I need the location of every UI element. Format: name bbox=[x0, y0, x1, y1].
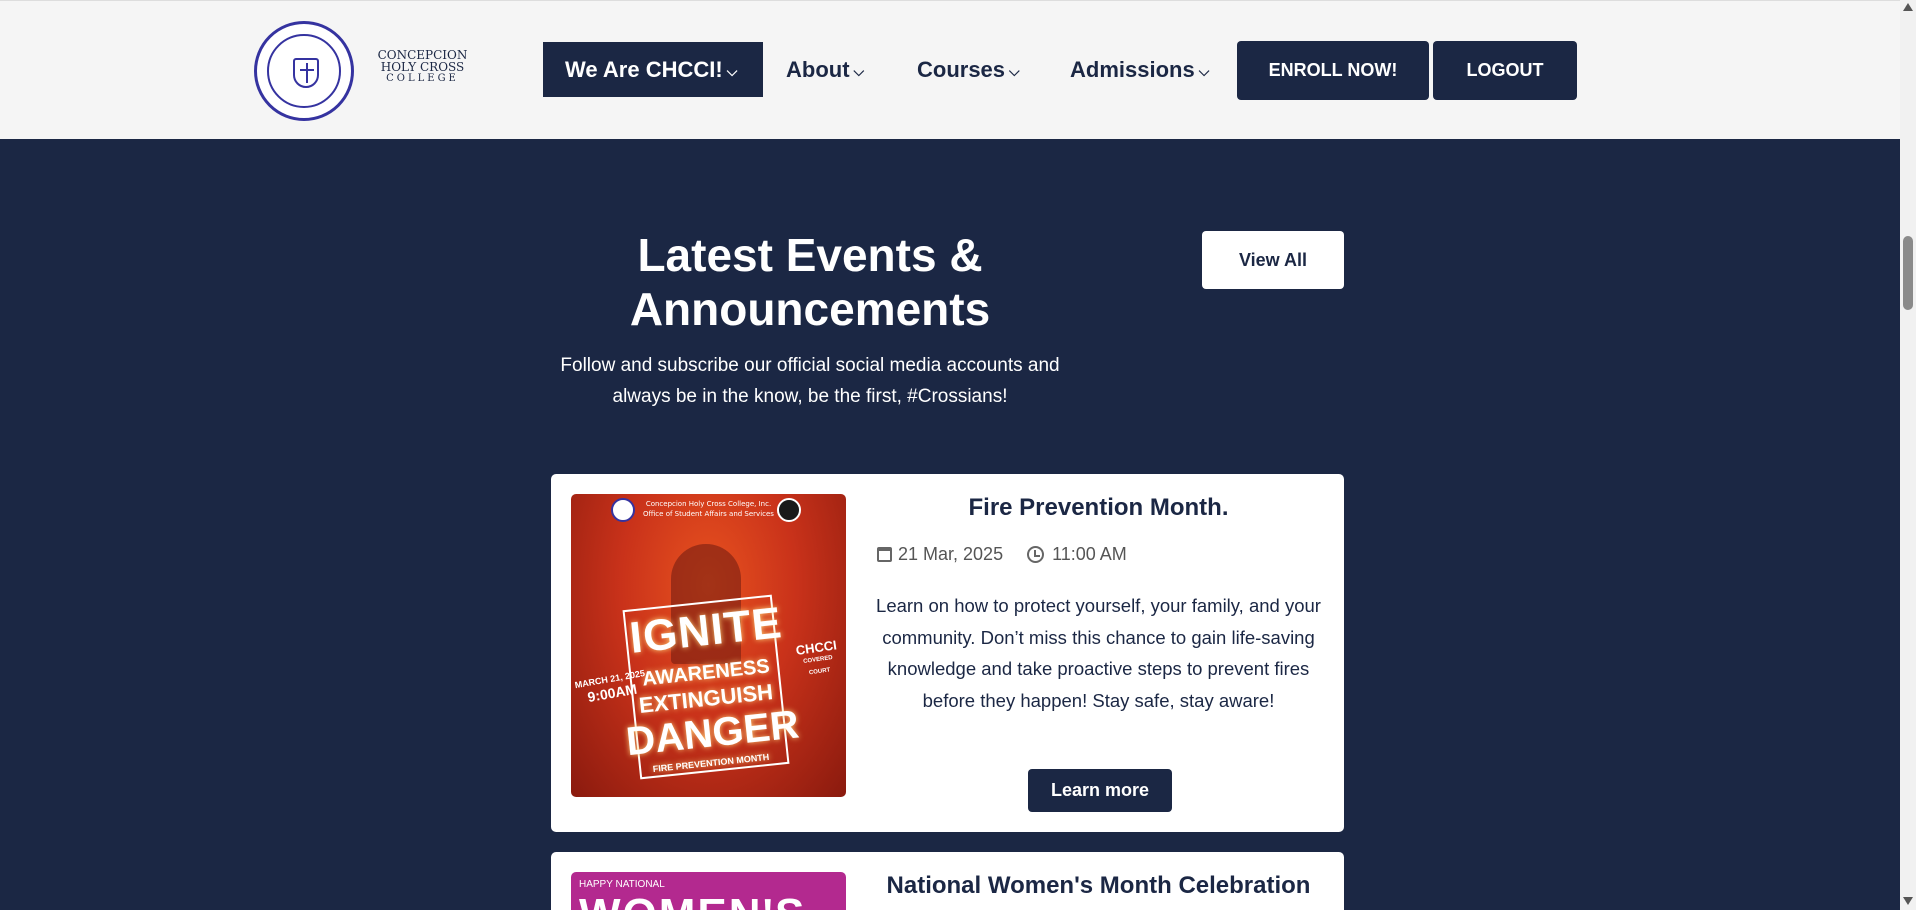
event-date: 21 Mar, 2025 bbox=[898, 543, 1004, 564]
nav-courses-label: Courses bbox=[917, 56, 1006, 82]
seal-inner-ring bbox=[267, 34, 341, 108]
event-poster-image[interactable]: HAPPY NATIONAL WOMEN'S bbox=[571, 872, 846, 910]
chevron-down-icon: ⌵ bbox=[1009, 63, 1020, 79]
poster-happy-text: HAPPY NATIONAL bbox=[579, 879, 665, 890]
scrollbar-thumb[interactable] bbox=[1903, 236, 1913, 310]
section-title: Latest Events & Announcements bbox=[629, 229, 991, 335]
brand-line-3: COLLEGE bbox=[386, 73, 459, 84]
chevron-down-icon: ⌵ bbox=[853, 63, 865, 79]
event-meta: 21 Mar, 2025 11:00 AM bbox=[877, 543, 1127, 565]
poster-org-text: Concepcion Holy Cross College, Inc. Offi… bbox=[643, 500, 774, 518]
nav-we-are-label: We Are CHCCI! bbox=[565, 56, 723, 82]
chevron-down-icon: ⌵ bbox=[1198, 63, 1210, 79]
seal-cross-horizontal bbox=[300, 69, 314, 71]
nav-about-label: About bbox=[786, 56, 850, 82]
seal-cross-vertical bbox=[306, 63, 308, 83]
section-subtitle: Follow and subscribe our official social… bbox=[560, 355, 1060, 407]
brand-line-2: HOLY CROSS bbox=[380, 60, 465, 74]
calendar-icon bbox=[877, 546, 892, 562]
clock-icon bbox=[1027, 545, 1045, 563]
view-all-button[interactable]: View All bbox=[1202, 231, 1344, 289]
event-time: 11:00 AM bbox=[1052, 543, 1127, 564]
event-description: Learn on how to protect yourself, your f… bbox=[876, 595, 1321, 711]
logout-button[interactable]: LOGOUT bbox=[1433, 41, 1577, 100]
scroll-down-arrow-icon[interactable] bbox=[1903, 897, 1913, 905]
event-card: Concepcion Holy Cross College, Inc. Offi… bbox=[551, 474, 1344, 832]
seal-shield-icon bbox=[293, 58, 319, 88]
poster-college-logo bbox=[611, 498, 635, 522]
poster-womens-text: WOMEN'S bbox=[579, 890, 806, 910]
learn-more-button[interactable]: Learn more bbox=[1028, 769, 1172, 812]
event-card: HAPPY NATIONAL WOMEN'S National Women's … bbox=[551, 852, 1344, 910]
page-scrollbar[interactable] bbox=[1900, 0, 1916, 910]
site-header: CONCEPCION HOLY CROSS COLLEGE We Are CHC… bbox=[0, 0, 1900, 139]
poster-venue-block: CHCCI COVERED COURT bbox=[791, 637, 846, 682]
nav-admissions-label: Admissions bbox=[1070, 56, 1195, 82]
nav-about[interactable]: About ⌵ bbox=[786, 42, 864, 97]
chevron-down-icon: ⌵ bbox=[726, 63, 738, 79]
poster-osas-logo bbox=[777, 498, 801, 522]
event-title[interactable]: Fire Prevention Month. bbox=[871, 494, 1326, 522]
college-seal-logo[interactable] bbox=[254, 21, 354, 121]
event-title[interactable]: National Women's Month Celebration bbox=[871, 872, 1326, 900]
scroll-up-arrow-icon[interactable] bbox=[1903, 3, 1913, 11]
nav-we-are-chcci[interactable]: We Are CHCCI! ⌵ bbox=[543, 42, 763, 97]
brand-wordmark[interactable]: CONCEPCION HOLY CROSS COLLEGE bbox=[375, 49, 470, 85]
nav-admissions[interactable]: Admissions ⌵ bbox=[1070, 42, 1209, 97]
event-poster-image[interactable]: Concepcion Holy Cross College, Inc. Offi… bbox=[571, 494, 846, 797]
enroll-now-button[interactable]: ENROLL NOW! bbox=[1237, 41, 1429, 100]
nav-courses[interactable]: Courses ⌵ bbox=[917, 42, 1020, 97]
